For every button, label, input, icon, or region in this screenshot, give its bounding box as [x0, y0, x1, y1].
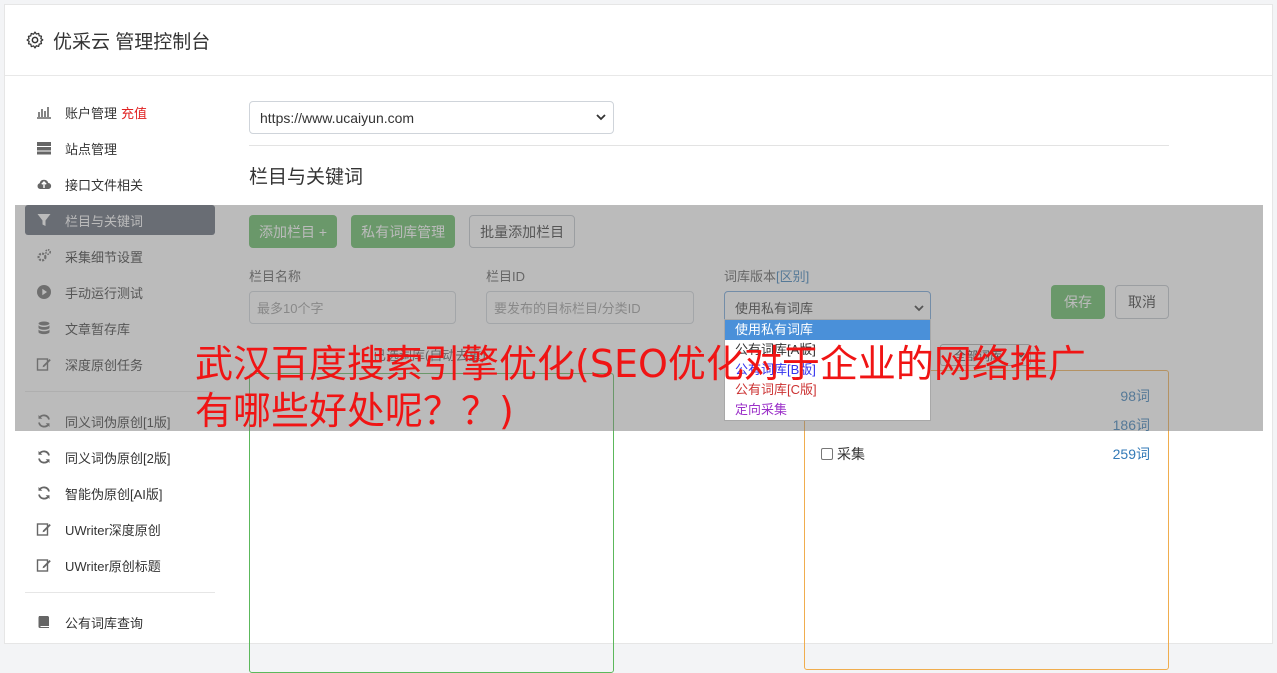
divider — [249, 145, 1169, 146]
sidebar-item-synonym-v2[interactable]: 同义词伪原创[2版] — [25, 442, 215, 472]
site-select-value: https://www.ucaiyun.com — [260, 109, 415, 126]
sidebar-item-public-lib-query[interactable]: 公有词库查询 — [25, 607, 215, 637]
gear-icon — [26, 31, 44, 49]
lib-row-count: 259词 — [1112, 446, 1150, 462]
sidebar-item-uwriter-title[interactable]: UWriter原创标题 — [25, 550, 215, 580]
cloud-upload-icon — [37, 179, 52, 190]
bar-chart-icon — [37, 107, 51, 119]
sidebar-item-label: 公有词库查询 — [65, 615, 144, 631]
sidebar-item-label: 智能伪原创[AI版] — [65, 486, 163, 502]
sidebar-item-interface[interactable]: 接口文件相关 — [25, 169, 215, 199]
main-content: https://www.ucaiyun.com 栏目与关键词 添加栏目 + 私有… — [249, 101, 1169, 673]
book-icon — [38, 616, 49, 628]
server-icon — [37, 142, 51, 155]
edit-icon — [36, 523, 51, 536]
lib-row-name: 采集 — [837, 446, 865, 462]
sidebar-item-label: 账户管理 — [65, 105, 118, 121]
sidebar-item-label: UWriter原创标题 — [65, 558, 161, 574]
refresh-icon — [38, 486, 50, 500]
lib-row[interactable]: 采集 259词 — [821, 444, 1150, 464]
page-title: 优采云 管理控制台 — [53, 31, 211, 53]
header: 优采云 管理控制台 — [5, 5, 1272, 76]
section-title: 栏目与关键词 — [249, 167, 364, 188]
promo-headline: 武汉百度搜索引擎优化(SEO优化对于企业的网络推广有哪些好处呢？？) — [195, 342, 1086, 433]
dropdown-option[interactable]: 使用私有词库 — [725, 320, 930, 340]
sidebar-item-label: 同义词伪原创[2版] — [65, 450, 171, 466]
lib-checkbox[interactable] — [821, 448, 833, 460]
sidebar-item-ai-rewrite[interactable]: 智能伪原创[AI版] — [25, 478, 215, 508]
edit-icon — [36, 559, 51, 572]
site-select[interactable]: https://www.ucaiyun.com — [249, 101, 614, 134]
sidebar-item-sites[interactable]: 站点管理 — [25, 133, 215, 163]
sidebar-item-uwriter-deep[interactable]: UWriter深度原创 — [25, 514, 215, 544]
refresh-icon — [38, 450, 50, 464]
sidebar-item-label: 站点管理 — [65, 141, 118, 157]
sidebar-item-label: UWriter深度原创 — [65, 522, 161, 538]
sidebar-item-account[interactable]: 账户管理 充值 — [25, 97, 215, 127]
recharge-link[interactable]: 充值 — [121, 103, 147, 122]
sidebar-divider — [25, 592, 215, 593]
sidebar-item-label: 接口文件相关 — [65, 177, 144, 193]
chevron-down-icon — [596, 114, 606, 121]
